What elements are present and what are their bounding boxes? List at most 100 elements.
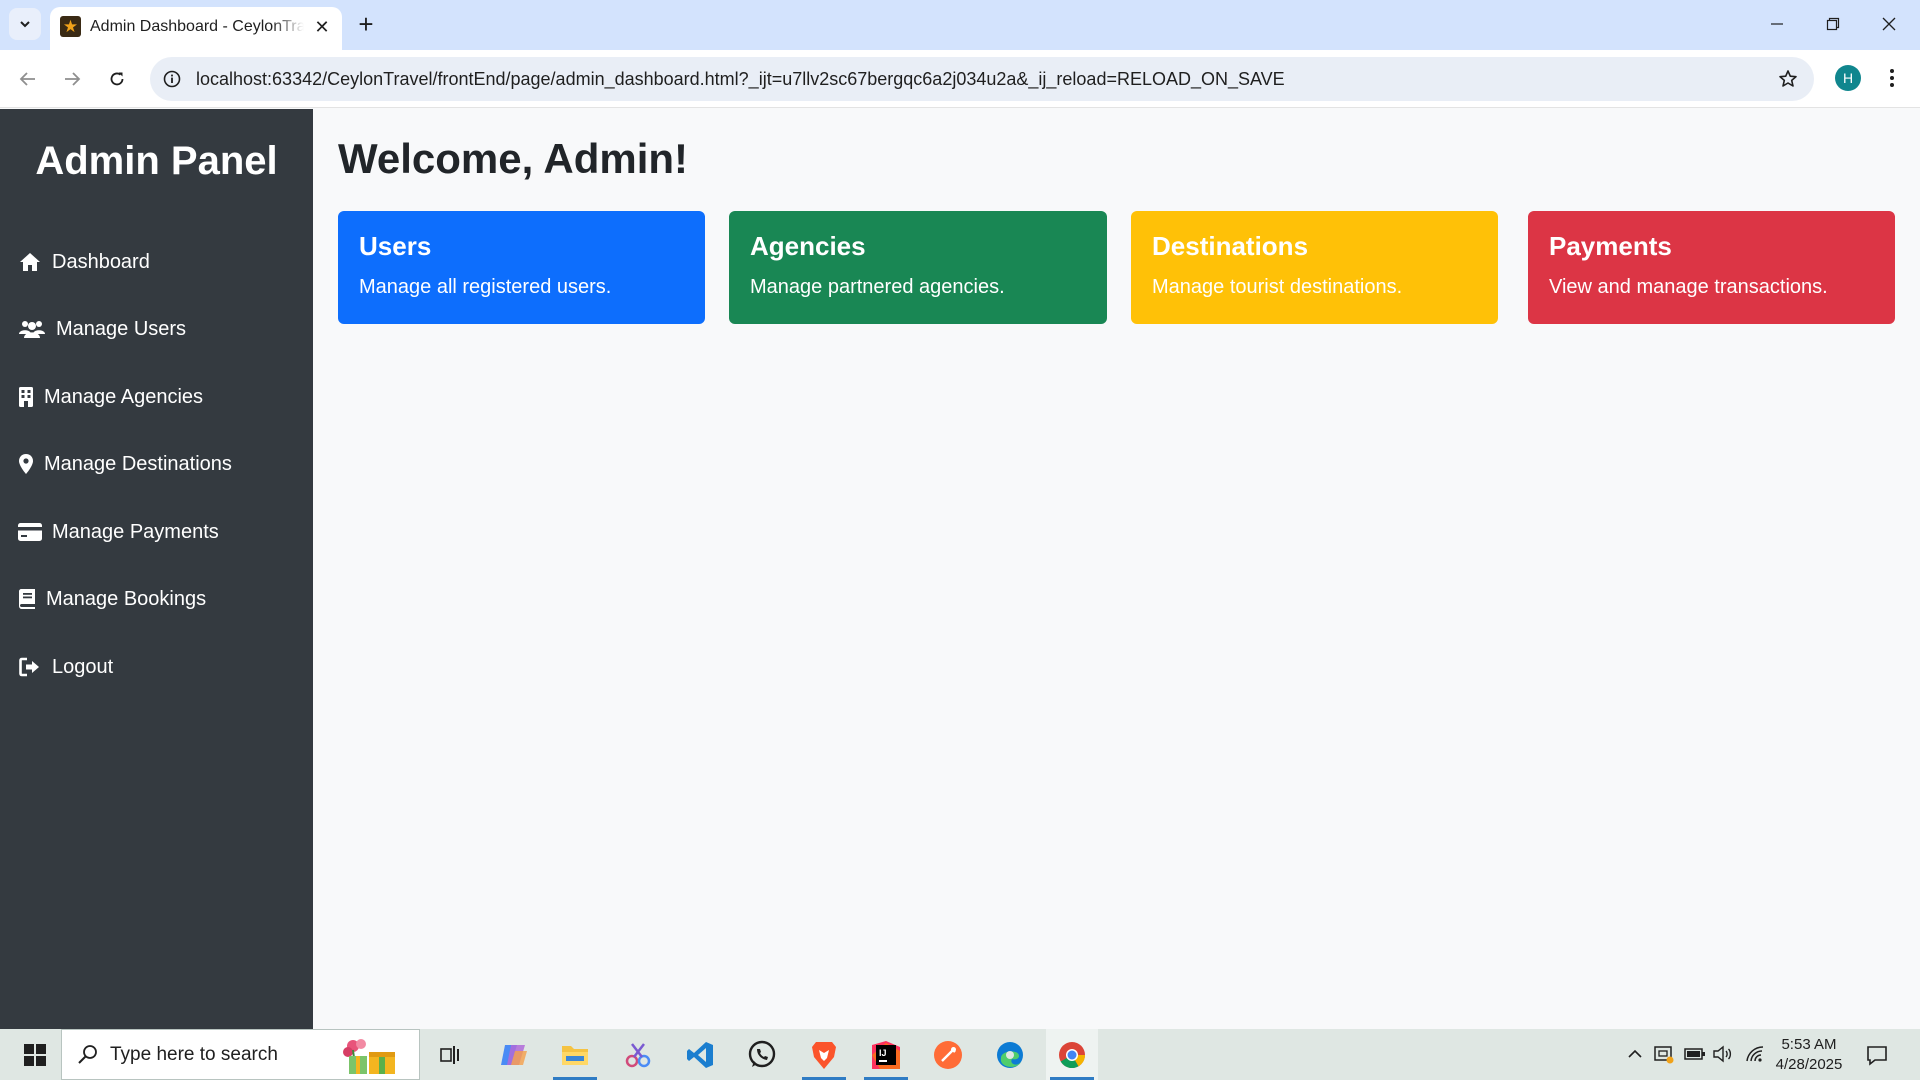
taskbar-clock[interactable]: 5:53 AM 4/28/2025 [1766,1035,1852,1075]
card-text: View and manage transactions. [1549,276,1828,298]
chevron-up-icon [1628,1049,1642,1058]
search-icon [78,1045,97,1064]
sidebar-item-label: Manage Bookings [46,587,207,610]
notification-icon [1867,1046,1887,1066]
sidebar-item-label: Manage Payments [52,520,219,543]
show-hidden-icons-button[interactable] [1623,1042,1647,1066]
search-highlight-gift-icon [343,1039,395,1074]
page-title: Welcome, Admin! [338,135,689,182]
sidebar-item-manage-bookings[interactable]: Manage Bookings [18,579,206,619]
sidebar-item-dashboard[interactable]: Dashboard [18,242,150,282]
whatsapp-icon [748,1040,776,1067]
close-icon [1882,17,1896,31]
taskbar-app-file-explorer[interactable] [549,1029,601,1080]
taskbar-app-intellij[interactable]: IJ [860,1029,912,1080]
taskbar-search-box[interactable]: Type here to search [61,1029,420,1080]
bookmark-star-icon[interactable] [1776,67,1800,91]
restore-window-button[interactable] [1810,6,1856,42]
card-text: Manage partnered agencies. [750,276,1005,298]
more-vertical-icon [1890,69,1894,87]
building-icon [18,385,34,409]
minimize-window-button[interactable] [1754,6,1800,42]
intellij-icon: IJ [872,1040,900,1069]
book-icon [18,587,36,611]
profile-avatar[interactable]: H [1835,65,1861,91]
taskbar-app-whatsapp[interactable] [736,1029,788,1080]
card-text: Manage tourist destinations. [1152,276,1403,298]
back-button[interactable] [12,63,44,95]
browser-toolbar: localhost:63342/CeylonTravel/frontEnd/pa… [0,50,1920,108]
reload-button[interactable] [101,63,133,95]
windows-taskbar: Type here to search IJ 5:53 AM 4/28/2025 [0,1029,1920,1080]
folder-icon [562,1045,588,1065]
card-title: Destinations [1152,231,1309,261]
new-tab-button[interactable]: + [352,9,380,39]
task-view-button[interactable] [424,1029,476,1080]
address-bar[interactable]: localhost:63342/CeylonTravel/frontEnd/pa… [150,57,1814,101]
arrow-right-icon [65,72,81,86]
sidebar-item-label: Manage Destinations [44,452,232,475]
sidebar-item-label: Manage Agencies [44,385,204,408]
chevron-down-icon [20,21,30,28]
reload-icon [110,72,124,86]
destinations-card[interactable]: Destinations Manage tourist destinations… [1131,211,1498,324]
windows-logo-icon [24,1043,46,1066]
home-icon [18,250,42,274]
clock-date: 4/28/2025 [1775,1056,1843,1073]
taskbar-app-edge[interactable] [984,1029,1036,1080]
taskbar-app-chrome[interactable] [1046,1029,1098,1080]
minimize-icon [1771,23,1783,25]
agencies-card[interactable]: Agencies Manage partnered agencies. [729,211,1107,324]
scissors-icon [625,1042,651,1067]
tab-title: Admin Dashboard - CeylonTravel [90,18,304,35]
sidebar-item-logout[interactable]: Logout [18,647,113,687]
logout-icon [18,655,42,679]
postman-icon [934,1040,962,1069]
sidebar-item-label: Logout [52,655,114,678]
tray-network-adapter-icon[interactable] [1652,1042,1676,1066]
taskbar-app-copilot[interactable] [488,1029,540,1080]
taskbar-app-brave[interactable] [798,1029,850,1080]
restore-icon [1826,17,1840,31]
taskbar-app-postman[interactable] [922,1029,974,1080]
card-text: Manage all registered users. [359,276,612,298]
browser-tabstrip: ★ Admin Dashboard - CeylonTravel ✕ + [0,0,1920,50]
forward-button[interactable] [56,63,88,95]
sidebar-item-manage-destinations[interactable]: Manage Destinations [18,444,232,484]
credit-card-icon [18,520,42,544]
browser-tab-active[interactable]: ★ Admin Dashboard - CeylonTravel ✕ [50,7,342,50]
site-info-icon[interactable] [160,67,184,91]
sidebar-item-manage-users[interactable]: Manage Users [18,309,186,349]
sidebar-item-manage-agencies[interactable]: Manage Agencies [18,377,203,417]
notification-center-button[interactable] [1864,1042,1890,1068]
volume-icon[interactable] [1711,1042,1735,1066]
star-favicon-icon: ★ [60,16,81,37]
browser-menu-button[interactable] [1878,64,1906,92]
start-button[interactable] [10,1029,60,1080]
arrow-left-icon [19,72,35,86]
card-title: Agencies [750,231,866,261]
battery-icon[interactable] [1683,1042,1707,1066]
taskbar-app-snipping-tool[interactable] [612,1029,664,1080]
url-text: localhost:63342/CeylonTravel/frontEnd/pa… [196,69,1285,89]
card-title: Payments [1549,231,1672,261]
close-tab-icon[interactable]: ✕ [310,15,334,39]
edge-icon [997,1041,1023,1068]
taskbar-app-vscode[interactable] [674,1029,726,1080]
users-card[interactable]: Users Manage all registered users. [338,211,705,324]
close-window-button[interactable] [1866,6,1912,42]
users-icon [18,317,46,341]
main-content: Welcome, Admin! Users Manage all registe… [313,109,1920,1029]
admin-sidebar: Admin Panel Dashboard Manage Users Manag… [0,109,313,1029]
sidebar-item-manage-payments[interactable]: Manage Payments [18,512,219,552]
sidebar-item-label: Dashboard [52,250,150,273]
sidebar-item-label: Manage Users [56,317,187,340]
task-view-icon [440,1045,459,1064]
copilot-icon [501,1044,527,1065]
brave-lion-icon [812,1041,836,1069]
wifi-icon[interactable] [1743,1042,1767,1066]
search-placeholder: Type here to search [110,1044,278,1065]
payments-card[interactable]: Payments View and manage transactions. [1528,211,1895,324]
tab-search-button[interactable] [9,8,41,40]
clock-time: 5:53 AM [1781,1036,1837,1053]
